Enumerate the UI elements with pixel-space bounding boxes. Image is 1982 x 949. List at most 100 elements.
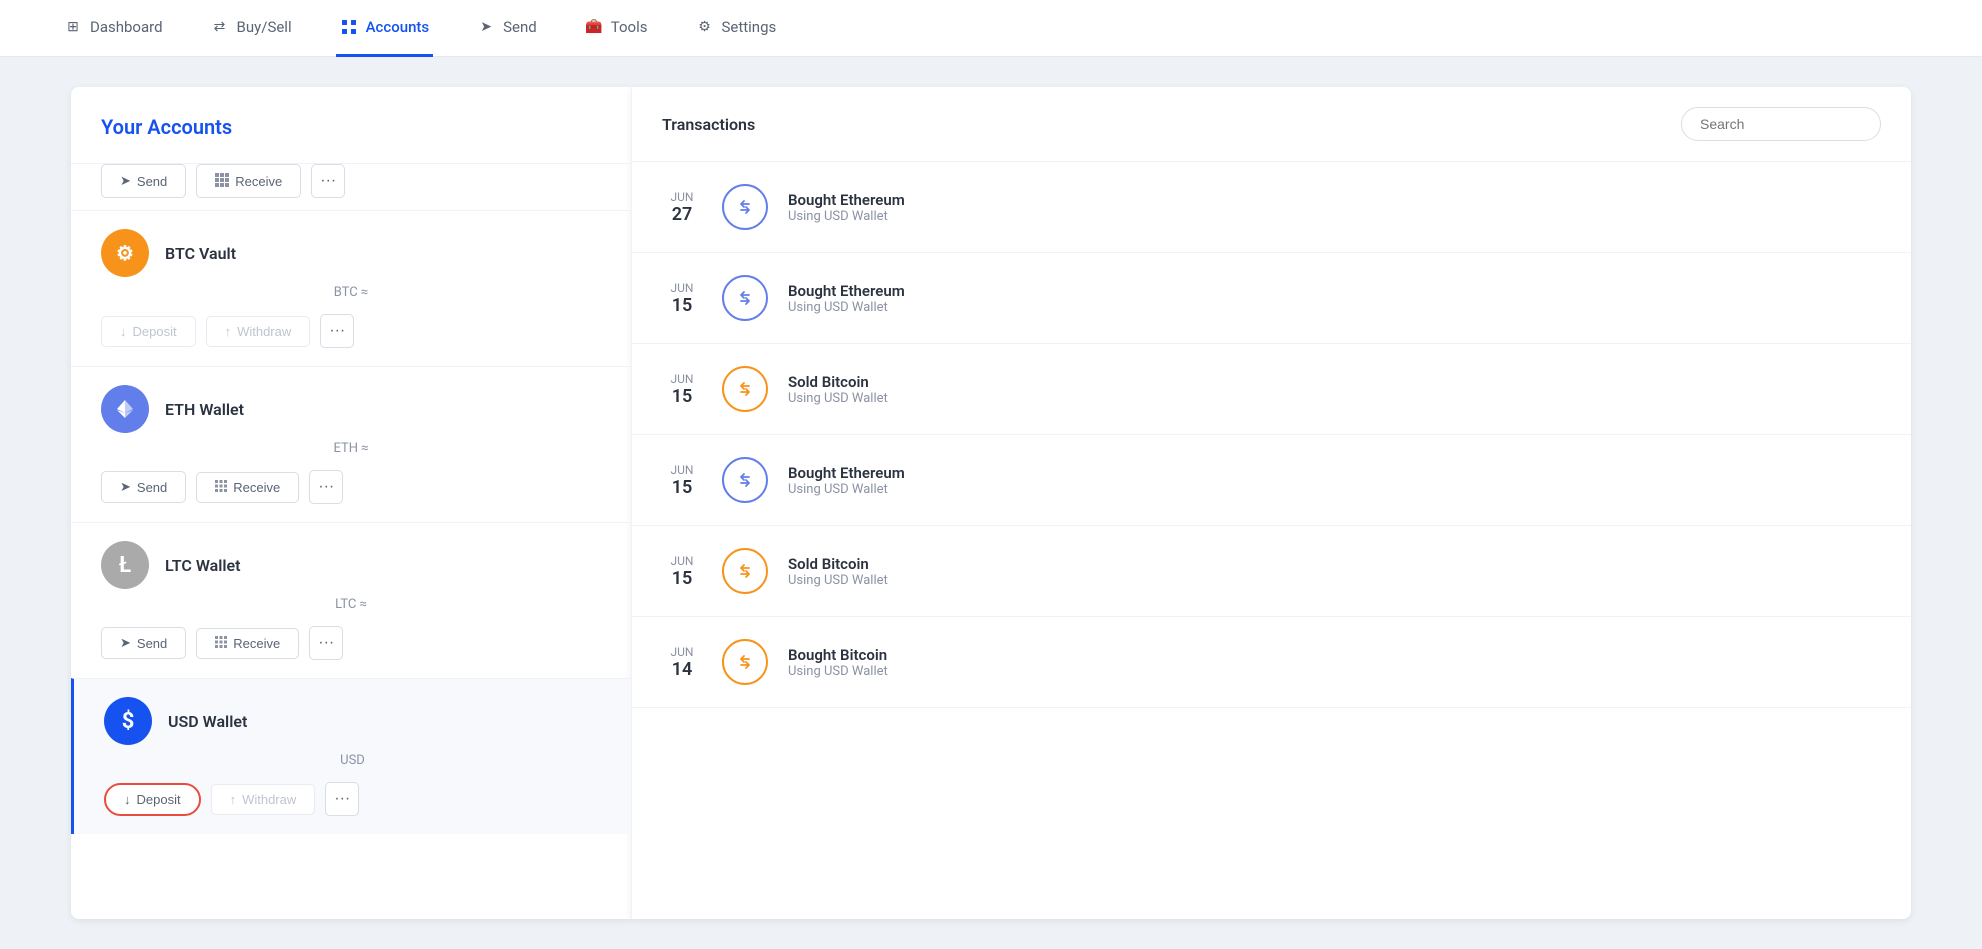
eth-actions: ➤ Send Receive ··· xyxy=(101,470,601,504)
usd-withdraw-button[interactable]: ↑ Withdraw xyxy=(211,784,316,815)
tx-date-5: JUN 14 xyxy=(662,645,702,680)
transaction-item-5[interactable]: JUN 14 Bought Bitcoin Using USD Wallet xyxy=(632,617,1911,708)
btc-actions: ↓ Deposit ↑ Withdraw ··· xyxy=(101,314,601,348)
transaction-item-4[interactable]: JUN 15 Sold Bitcoin Using USD Wallet xyxy=(632,526,1911,617)
eth-send-button[interactable]: ➤ Send xyxy=(101,471,186,503)
tx-sub-2: Using USD Wallet xyxy=(788,391,888,406)
accounts-panel-title: Your Accounts xyxy=(71,87,631,159)
nav-tools[interactable]: 🧰 Tools xyxy=(581,0,652,57)
tx-month-1: JUN xyxy=(671,281,694,295)
ltc-receive-button[interactable]: Receive xyxy=(196,628,299,659)
ltc-actions: ➤ Send Receive ··· xyxy=(101,626,601,660)
btc-icon: ⚙ xyxy=(101,229,149,277)
tx-month-3: JUN xyxy=(671,463,694,477)
send-icon-eth: ➤ xyxy=(120,479,131,495)
usd-name: USD Wallet xyxy=(168,712,247,731)
btc-withdraw-button[interactable]: ↑ Withdraw xyxy=(206,316,311,347)
tx-icon-4 xyxy=(722,548,768,594)
tx-details-2: Sold Bitcoin Using USD Wallet xyxy=(788,373,888,406)
eth-balance: ETH ≈ xyxy=(101,441,601,456)
usd-deposit-button[interactable]: ↓ Deposit xyxy=(104,783,201,816)
transactions-header: Transactions xyxy=(632,87,1911,162)
accounts-scroll-area[interactable]: ➤ Send Receive ··· ⚙ BTC Vault BTC ≈ xyxy=(71,159,631,919)
usd-actions: ↓ Deposit ↑ Withdraw ··· xyxy=(104,782,601,816)
tx-name-3: Bought Ethereum xyxy=(788,464,905,482)
tx-icon-2 xyxy=(722,366,768,412)
tx-sub-1: Using USD Wallet xyxy=(788,300,905,315)
tx-name-1: Bought Ethereum xyxy=(788,282,905,300)
transaction-item-2[interactable]: JUN 15 Sold Bitcoin Using USD Wallet xyxy=(632,344,1911,435)
main-content: Your Accounts ➤ Send Receive ··· xyxy=(0,57,1982,949)
deposit-icon-usd: ↓ xyxy=(124,792,131,807)
nav-buysell-label: Buy/Sell xyxy=(237,18,292,36)
tx-day-3: 15 xyxy=(672,477,693,498)
eth-receive-button[interactable]: Receive xyxy=(196,472,299,503)
ltc-name: LTC Wallet xyxy=(165,556,241,575)
send-icon: ➤ xyxy=(477,18,495,36)
transactions-panel: Transactions JUN 27 Bought Ethereum Usin… xyxy=(631,87,1911,919)
tx-details-1: Bought Ethereum Using USD Wallet xyxy=(788,282,905,315)
tx-month-5: JUN xyxy=(671,645,694,659)
nav-settings[interactable]: ⚙ Settings xyxy=(691,0,780,57)
top-navigation: ⊞ Dashboard ⇄ Buy/Sell Accounts ➤ Send 🧰… xyxy=(0,0,1982,57)
btc-more-button[interactable]: ··· xyxy=(320,314,354,348)
nav-buysell[interactable]: ⇄ Buy/Sell xyxy=(207,0,296,57)
more-button-top[interactable]: ··· xyxy=(311,164,345,198)
deposit-icon: ↓ xyxy=(120,324,127,339)
tx-icon-1 xyxy=(722,275,768,321)
ltc-balance: LTC ≈ xyxy=(101,597,601,612)
tx-day-0: 27 xyxy=(672,204,693,225)
tx-name-0: Bought Ethereum xyxy=(788,191,905,209)
transaction-item-3[interactable]: JUN 15 Bought Ethereum Using USD Wallet xyxy=(632,435,1911,526)
search-input[interactable] xyxy=(1681,107,1881,141)
send-icon-ltc: ➤ xyxy=(120,635,131,651)
tx-details-5: Bought Bitcoin Using USD Wallet xyxy=(788,646,888,679)
usd-more-button[interactable]: ··· xyxy=(325,782,359,816)
transaction-item-1[interactable]: JUN 15 Bought Ethereum Using USD Wallet xyxy=(632,253,1911,344)
tx-sub-5: Using USD Wallet xyxy=(788,664,888,679)
nav-send[interactable]: ➤ Send xyxy=(473,0,541,57)
nav-dashboard[interactable]: ⊞ Dashboard xyxy=(60,0,167,57)
receive-icon-eth xyxy=(215,480,227,495)
tx-day-1: 15 xyxy=(672,295,693,316)
account-item-eth: ETH Wallet ETH ≈ ➤ Send Receive ··· xyxy=(71,366,631,522)
account-header-usd: $ USD Wallet xyxy=(104,697,601,745)
tx-sub-0: Using USD Wallet xyxy=(788,209,905,224)
nav-accounts[interactable]: Accounts xyxy=(336,0,434,57)
tx-icon-0 xyxy=(722,184,768,230)
nav-accounts-label: Accounts xyxy=(366,18,430,36)
transaction-item-0[interactable]: JUN 27 Bought Ethereum Using USD Wallet xyxy=(632,162,1911,253)
account-header-btc: ⚙ BTC Vault xyxy=(101,229,601,277)
receive-button-top[interactable]: Receive xyxy=(196,164,301,198)
tx-date-4: JUN 15 xyxy=(662,554,702,589)
ltc-more-button[interactable]: ··· xyxy=(309,626,343,660)
transactions-title: Transactions xyxy=(662,115,755,134)
send-icon-btn: ➤ xyxy=(120,173,131,189)
tx-month-4: JUN xyxy=(671,554,694,568)
dashboard-icon: ⊞ xyxy=(64,18,82,36)
tx-icon-3 xyxy=(722,457,768,503)
ltc-send-button[interactable]: ➤ Send xyxy=(101,627,186,659)
tx-date-1: JUN 15 xyxy=(662,281,702,316)
tx-date-3: JUN 15 xyxy=(662,463,702,498)
eth-name: ETH Wallet xyxy=(165,400,244,419)
tx-icon-5 xyxy=(722,639,768,685)
accounts-icon xyxy=(340,18,358,36)
nav-settings-label: Settings xyxy=(721,18,776,36)
withdraw-icon: ↑ xyxy=(225,324,232,339)
tx-day-5: 14 xyxy=(672,659,693,680)
eth-more-button[interactable]: ··· xyxy=(309,470,343,504)
buysell-icon: ⇄ xyxy=(211,18,229,36)
tx-name-2: Sold Bitcoin xyxy=(788,373,888,391)
account-item-usd: $ USD Wallet USD ↓ Deposit ↑ Withdraw ··… xyxy=(71,678,631,834)
tx-date-0: JUN 27 xyxy=(662,190,702,225)
tx-sub-3: Using USD Wallet xyxy=(788,482,905,497)
transaction-list: JUN 27 Bought Ethereum Using USD Wallet … xyxy=(632,162,1911,902)
btc-deposit-button[interactable]: ↓ Deposit xyxy=(101,316,196,347)
receive-icon-btn xyxy=(215,173,229,190)
tx-details-3: Bought Ethereum Using USD Wallet xyxy=(788,464,905,497)
tx-name-5: Bought Bitcoin xyxy=(788,646,888,664)
send-button-top[interactable]: ➤ Send xyxy=(101,164,186,198)
search-wrapper xyxy=(1681,107,1881,141)
tx-day-2: 15 xyxy=(672,386,693,407)
